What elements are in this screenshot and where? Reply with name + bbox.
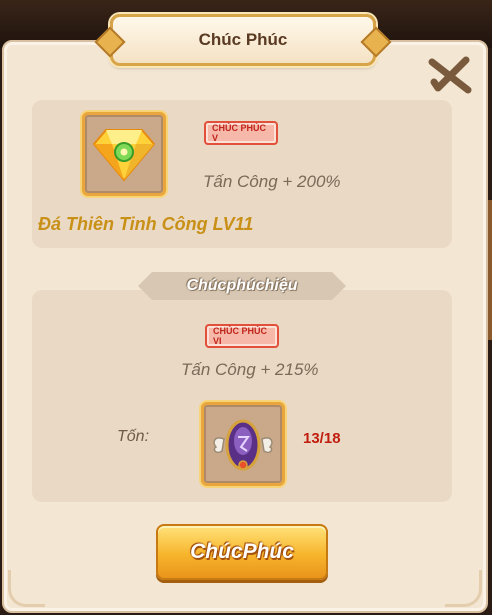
item-name: Đá Thiên Tinh Công LV11	[38, 214, 254, 234]
effect-section-title: Chúcphúchiệu	[186, 277, 298, 294]
cost-item-slot[interactable]	[201, 402, 285, 486]
winged-crystal-icon	[213, 419, 273, 471]
cost-label: Tốn:	[117, 428, 150, 445]
next-attack-stat: Tấn Công + 215%	[181, 360, 319, 379]
current-attack-stat: Tấn Công + 200%	[203, 172, 341, 191]
blessing-level-badge: CHÚC PHÚC V	[204, 121, 278, 145]
corner-ornament	[445, 570, 482, 607]
corner-ornament	[8, 570, 45, 607]
close-x-icon	[428, 56, 472, 94]
bless-button-label: ChúcPhúc	[190, 540, 294, 563]
bless-button[interactable]: ChúcPhúc	[156, 524, 328, 580]
close-button[interactable]	[428, 56, 472, 96]
dialog-title-plate: Chúc Phúc	[94, 14, 392, 66]
next-blessing-level-badge: CHÚC PHÚC VI	[205, 324, 279, 348]
gem-icon	[92, 129, 156, 182]
gem-item-slot[interactable]	[82, 112, 166, 196]
dialog-title: Chúc Phúc	[198, 30, 288, 49]
cost-count: 13/18	[303, 430, 341, 447]
effect-section-banner: Chúcphúchiệu	[138, 272, 346, 300]
